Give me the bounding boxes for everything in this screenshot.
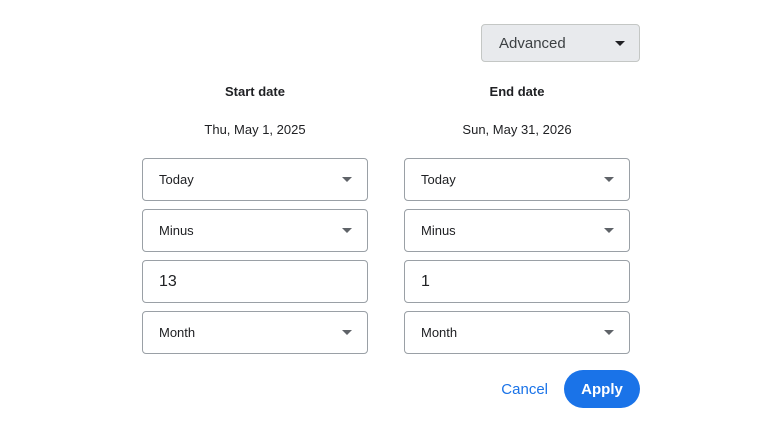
end-date-title: End date xyxy=(489,84,545,99)
start-unit-dropdown[interactable]: Month xyxy=(142,311,368,354)
caret-down-icon xyxy=(342,330,352,335)
start-unit-value: Month xyxy=(159,325,196,340)
caret-down-icon xyxy=(604,330,614,335)
end-amount-value: 1 xyxy=(421,272,430,290)
start-operation-value: Minus xyxy=(159,223,194,238)
start-operation-dropdown[interactable]: Minus xyxy=(142,209,368,252)
end-unit-value: Month xyxy=(421,325,458,340)
end-date-column: End date Sun, May 31, 2026 Today Minus 1… xyxy=(404,84,630,362)
caret-down-icon xyxy=(604,177,614,182)
start-anchor-dropdown[interactable]: Today xyxy=(142,158,368,201)
end-amount-input[interactable]: 1 xyxy=(404,260,630,303)
end-anchor-dropdown[interactable]: Today xyxy=(404,158,630,201)
mode-dropdown[interactable]: Advanced xyxy=(481,24,640,62)
start-amount-input[interactable]: 13 xyxy=(142,260,368,303)
end-unit-dropdown[interactable]: Month xyxy=(404,311,630,354)
apply-button[interactable]: Apply xyxy=(564,370,640,408)
caret-down-icon xyxy=(342,177,352,182)
mode-dropdown-label: Advanced xyxy=(499,34,566,52)
date-range-panel: Advanced Start date Thu, May 1, 2025 Tod… xyxy=(0,0,770,433)
end-operation-dropdown[interactable]: Minus xyxy=(404,209,630,252)
start-date-value: Thu, May 1, 2025 xyxy=(204,122,306,137)
start-anchor-value: Today xyxy=(159,172,194,187)
dialog-actions: Cancel Apply xyxy=(480,370,640,408)
caret-down-icon xyxy=(342,228,352,233)
end-anchor-value: Today xyxy=(421,172,456,187)
end-operation-value: Minus xyxy=(421,223,456,238)
cancel-button[interactable]: Cancel xyxy=(493,381,556,398)
start-date-title: Start date xyxy=(225,84,285,99)
caret-down-icon xyxy=(604,228,614,233)
start-amount-value: 13 xyxy=(159,272,177,290)
end-date-value: Sun, May 31, 2026 xyxy=(462,122,572,137)
start-date-column: Start date Thu, May 1, 2025 Today Minus … xyxy=(142,84,368,362)
caret-down-icon xyxy=(615,40,625,46)
